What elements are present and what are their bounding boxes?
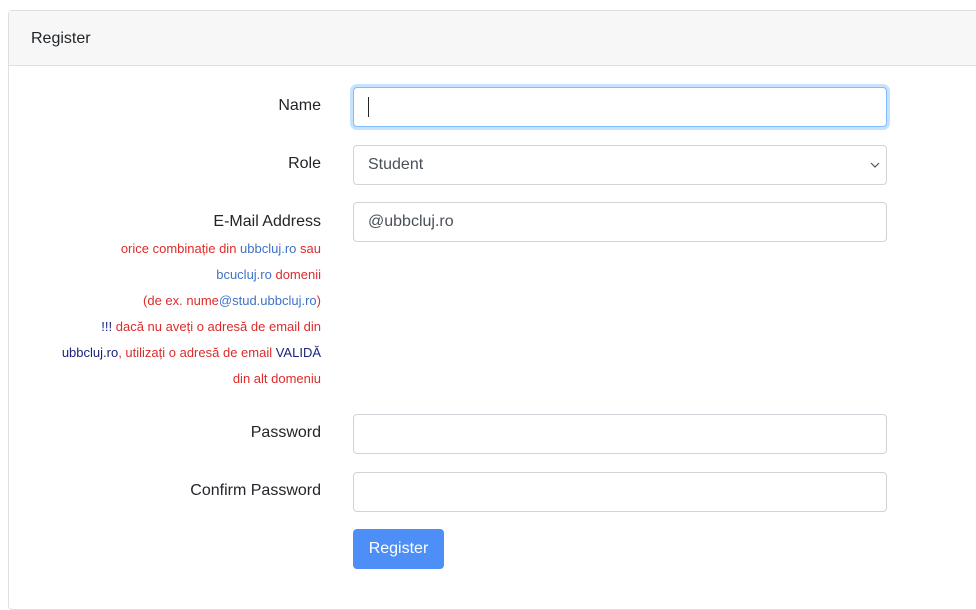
role-selected-value: Student xyxy=(368,156,424,173)
role-select-box[interactable]: Student xyxy=(353,145,887,185)
note-text: dacă nu aveți o adresă de email din xyxy=(112,319,321,334)
email-note-line: din alt domeniu xyxy=(62,366,321,392)
chevron-down-icon xyxy=(870,162,880,168)
note-warning: !!! xyxy=(101,319,113,334)
note-domain: bcucluj.ro xyxy=(216,267,272,282)
confirm-password-input[interactable] xyxy=(353,472,887,512)
role-select[interactable]: Student xyxy=(353,145,887,185)
email-label: E-Mail Address xyxy=(213,213,321,230)
email-note-line: bcucluj.ro domenii xyxy=(62,262,321,288)
confirm-password-label: Confirm Password xyxy=(190,482,321,499)
note-text: domenii xyxy=(271,267,321,282)
note-text: , utilizați o adresă de email xyxy=(118,345,276,360)
note-text: orice combinație din xyxy=(120,241,241,256)
password-label: Password xyxy=(250,424,321,441)
register-button[interactable]: Register xyxy=(353,529,444,569)
note-text: (de ex. nume xyxy=(143,293,219,308)
email-input[interactable]: @ubbcluj.ro xyxy=(353,202,887,242)
name-label: Name xyxy=(278,97,321,114)
note-emphasis: VALIDĂ xyxy=(275,345,321,360)
password-input[interactable] xyxy=(353,414,887,454)
text-cursor xyxy=(368,97,369,117)
email-note-line: !!! dacă nu aveți o adresă de email din xyxy=(62,314,321,340)
role-label: Role xyxy=(288,155,321,172)
email-note-line: ubbcluj.ro, utilizați o adresă de email … xyxy=(62,340,321,366)
note-text: ) xyxy=(316,293,321,308)
name-input[interactable] xyxy=(353,87,887,127)
note-text: sau xyxy=(296,241,321,256)
email-note: orice combinație din ubbcluj.ro sau bcuc… xyxy=(62,236,321,392)
note-domain: ubbcluj.ro xyxy=(61,345,119,360)
email-value: @ubbcluj.ro xyxy=(368,213,454,230)
email-note-line: (de ex. nume@stud.ubbcluj.ro) xyxy=(62,288,321,314)
note-domain: ubbcluj.ro xyxy=(240,241,297,256)
note-text: din alt domeniu xyxy=(232,371,321,386)
email-note-line: orice combinație din ubbcluj.ro sau xyxy=(62,236,321,262)
note-domain: @stud.ubbcluj.ro xyxy=(218,293,317,308)
card-header: Register xyxy=(9,11,976,66)
